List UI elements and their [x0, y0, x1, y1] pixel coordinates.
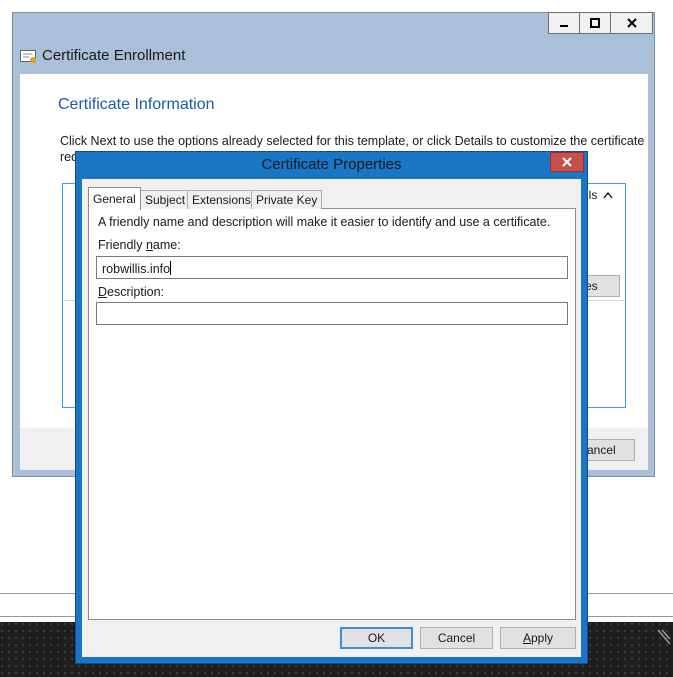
ok-button[interactable]: OK [340, 627, 413, 649]
button-label: pply [531, 631, 554, 645]
friendly-name-input[interactable]: robwillis.info [96, 256, 568, 279]
text-caret [170, 261, 172, 275]
certificate-icon [20, 50, 38, 64]
resize-grip-icon[interactable] [650, 626, 672, 648]
label-accelerator: n [145, 238, 153, 252]
close-button[interactable] [610, 12, 653, 34]
tab-extensions[interactable]: Extensions [187, 190, 256, 209]
intro-text: A friendly name and description will mak… [98, 215, 551, 229]
label-part: ame: [152, 238, 181, 252]
close-icon [562, 157, 572, 167]
friendly-name-value: robwillis.info [102, 262, 171, 276]
window-title: Certificate Enrollment [42, 47, 186, 64]
description-input[interactable] [96, 302, 568, 325]
label-part: Friendly [98, 238, 146, 252]
window-controls [548, 12, 653, 34]
tab-subject[interactable]: Subject [140, 190, 191, 209]
friendly-name-label: Friendly name: [98, 238, 181, 252]
apply-button[interactable]: Apply [500, 627, 576, 649]
page-heading: Certificate Information [58, 96, 215, 113]
tab-private-key[interactable]: Private Key [251, 190, 323, 209]
page-description: Click Next to use the options already se… [60, 134, 645, 148]
close-icon [626, 18, 637, 28]
maximize-button[interactable] [579, 12, 611, 34]
label-part: escription: [107, 285, 165, 299]
minimize-button[interactable] [548, 12, 580, 34]
maximize-icon [590, 18, 600, 28]
label-accelerator: D [98, 285, 108, 299]
chevron-up-icon [603, 191, 613, 199]
tab-general[interactable]: General [88, 187, 141, 210]
details-toggle[interactable]: ils [586, 188, 613, 202]
cancel-button[interactable]: Cancel [420, 627, 493, 649]
dialog-title: Certificate Properties [261, 156, 402, 173]
description-label: Description: [98, 285, 164, 299]
dialog-close-button[interactable] [550, 152, 584, 172]
minimize-icon [560, 25, 568, 27]
label-accelerator: A [522, 631, 531, 645]
